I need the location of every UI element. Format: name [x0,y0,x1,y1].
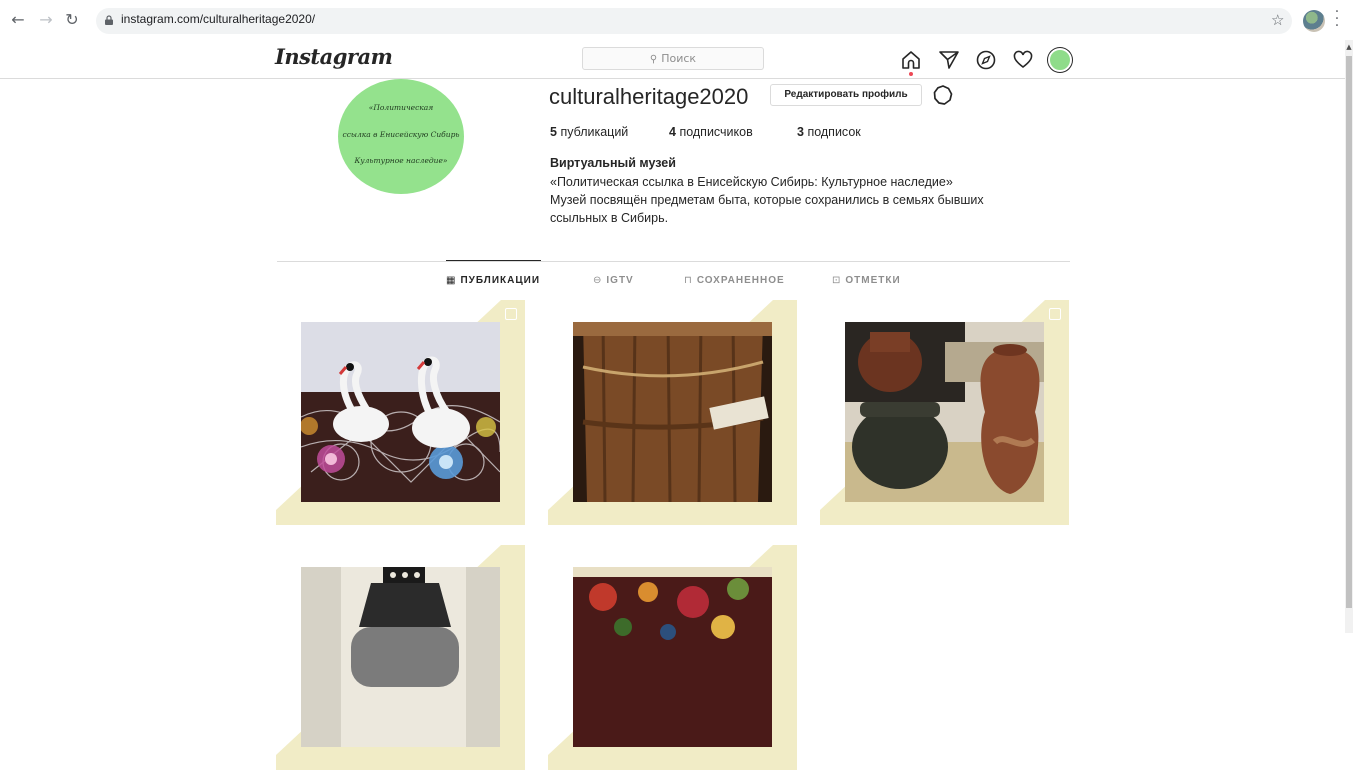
profile-username: culturalheritage2020 [549,84,749,109]
post-image-wooden-barrel [573,322,772,502]
post-tile[interactable] [820,300,1069,525]
tab-igtv[interactable]: ⊖ IGTV [593,275,634,286]
header-profile-avatar[interactable] [1048,48,1072,72]
active-tab-indicator [446,260,541,261]
browser-profile-avatar[interactable] [1303,10,1325,32]
following-stat[interactable]: 3 подписок [797,125,861,139]
profile-avatar[interactable]: «Политическая ссылка в Енисейскую Сибирь… [338,79,464,194]
tab-label: IGTV [606,275,634,286]
post-tile[interactable] [548,300,797,525]
notification-dot [909,72,913,76]
browser-menu-icon[interactable]: · · · [1333,5,1341,33]
url-text[interactable]: instagram.com/culturalheritage2020/ [121,12,315,26]
search-input[interactable]: ⚲ Поиск [582,47,764,70]
tagged-icon: ⊡ [832,275,842,286]
posts-count: 5 [550,125,557,139]
grid-icon: ▦ [446,275,457,286]
scroll-up-arrow-icon[interactable]: ▲ [1346,41,1352,53]
forward-arrow-icon[interactable]: → [36,10,56,30]
post-image-swans [301,322,500,502]
tab-posts[interactable]: ▦ ПУБЛИКАЦИИ [446,275,540,286]
edit-profile-button[interactable]: Редактировать профиль [770,84,922,106]
gear-icon[interactable] [932,84,954,106]
bookmark-icon: ⊓ [684,275,693,286]
direct-message-icon[interactable] [938,49,960,71]
following-count: 3 [797,125,804,139]
search-placeholder: Поиск [661,52,697,65]
back-arrow-icon[interactable]: ← [8,10,28,30]
tab-label: СОХРАНЕННОЕ [696,275,785,286]
bio-line: Музей посвящён предметам быта, которые с… [550,193,984,207]
igtv-icon: ⊖ [593,275,603,286]
scrollbar-thumb[interactable] [1346,56,1352,608]
post-image-floral-shawl [573,567,772,747]
reload-icon[interactable]: ↻ [62,10,82,30]
posts-stat[interactable]: 5 публикаций [550,125,628,139]
tab-label: ОТМЕТКИ [845,275,901,286]
avatar-text-line: ссылка в Енисейскую Сибирь [342,130,460,139]
post-tile[interactable] [276,300,525,525]
multiple-photos-icon [1049,308,1061,320]
search-icon: ⚲ [649,54,658,65]
followers-label: подписчиков [679,125,753,139]
avatar-text-line: «Политическая [368,103,434,112]
bio-line: ссыльных в Сибирь. [550,211,669,225]
post-tile[interactable] [548,545,797,770]
home-icon[interactable] [900,49,922,71]
lock-icon [105,15,113,25]
bookmark-star-icon[interactable]: ☆ [1271,11,1284,29]
post-image-clay-pots [845,322,1044,502]
multiple-photos-icon [505,308,517,320]
followers-count: 4 [669,125,676,139]
posts-label: публикаций [560,125,629,139]
following-label: подписок [807,125,861,139]
avatar-text-line: Культурное наследие» [354,156,448,165]
tab-saved[interactable]: ⊓ СОХРАНЕННОЕ [684,275,785,286]
post-image-samovar [301,567,500,747]
instagram-header: Instagram ⚲ Поиск [0,40,1345,79]
explore-compass-icon[interactable] [975,49,997,71]
bio-full-name: Виртуальный музей [550,156,676,170]
post-tile[interactable] [276,545,525,770]
tabs-divider [277,261,1070,262]
bio-line: «Политическая ссылка в Енисейскую Сибирь… [550,175,953,189]
instagram-logo[interactable]: Instagram [275,44,393,69]
followers-stat[interactable]: 4 подписчиков [669,125,753,139]
tab-label: ПУБЛИКАЦИИ [460,275,541,286]
browser-toolbar: ← → ↻ instagram.com/culturalheritage2020… [0,0,1353,40]
tab-tagged[interactable]: ⊡ ОТМЕТКИ [832,275,901,286]
activity-heart-icon[interactable] [1012,49,1034,71]
